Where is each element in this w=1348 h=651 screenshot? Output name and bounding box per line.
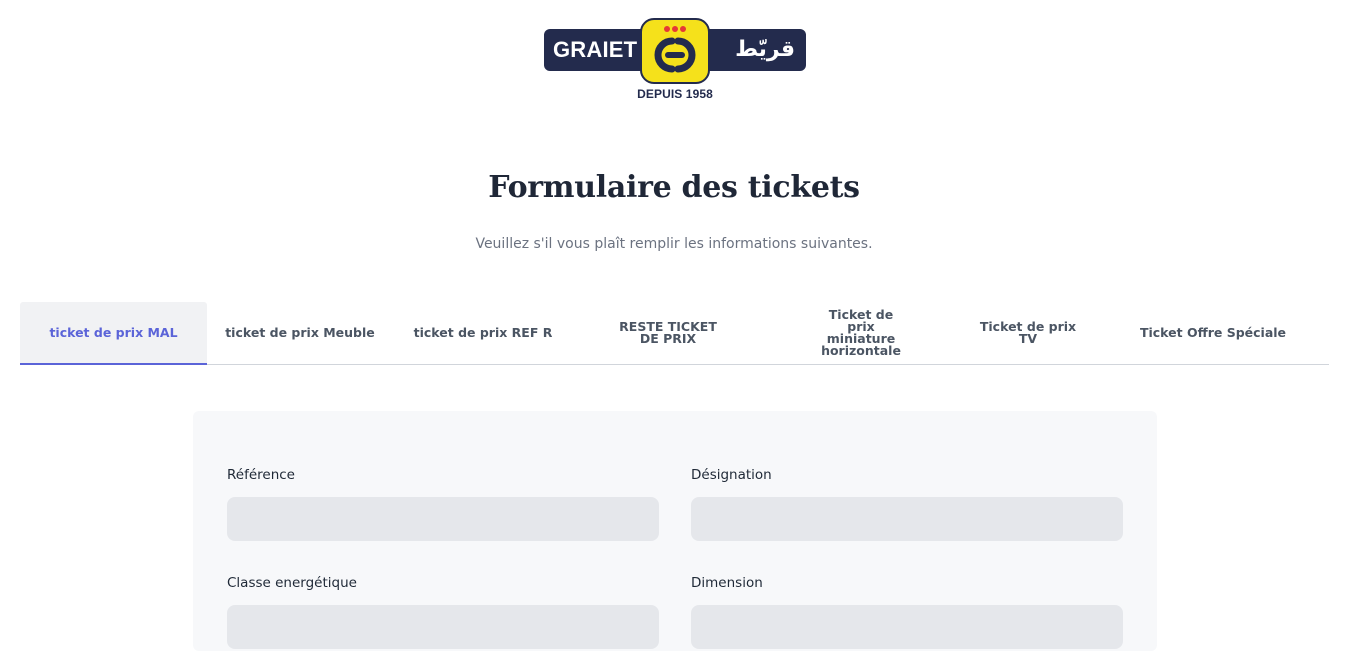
logo-since-text: DEPUIS 1958 <box>637 87 713 101</box>
tab-label: Ticket Offre Spéciale <box>1139 325 1287 340</box>
tab-label: Ticket de prix miniature horizontale <box>821 307 901 358</box>
classe-energetique-input[interactable] <box>227 605 659 649</box>
ticket-type-tabs: ticket de prix MAL ticket de prix Meuble… <box>20 302 1329 365</box>
dimension-input[interactable] <box>691 605 1123 649</box>
reference-label: Référence <box>227 467 295 483</box>
dimension-label: Dimension <box>691 575 763 591</box>
logo-arabic-text: قريّط <box>735 37 795 62</box>
tab-ticket-prix-mal[interactable]: ticket de prix MAL <box>20 302 207 365</box>
classe-energetique-label: Classe energétique <box>227 575 357 591</box>
tab-label: ticket de prix Meuble <box>225 325 375 340</box>
tab-ticket-prix-tv[interactable]: Ticket de prix TV <box>959 302 1097 364</box>
page-subtitle: Veuillez s'il vous plaît remplir les inf… <box>475 236 873 252</box>
tab-label: RESTE TICKET DE PRIX <box>619 319 717 346</box>
graiet-logo[interactable]: GRAIET قريّط DEPUIS 1958 <box>544 16 806 104</box>
page-title: Formulaire des tickets <box>488 170 860 205</box>
tab-label: Ticket de prix TV <box>979 319 1077 346</box>
tab-label: ticket de prix REF R <box>413 325 553 340</box>
tab-ticket-prix-miniature-horizontale[interactable]: Ticket de prix miniature horizontale <box>763 302 959 364</box>
tab-ticket-offre-speciale[interactable]: Ticket Offre Spéciale <box>1097 302 1329 364</box>
tab-label: ticket de prix MAL <box>49 324 178 340</box>
tab-reste-ticket-prix[interactable]: RESTE TICKET DE PRIX <box>573 302 763 364</box>
tab-ticket-prix-meuble[interactable]: ticket de prix Meuble <box>207 302 393 364</box>
tab-ticket-prix-ref-r[interactable]: ticket de prix REF R <box>393 302 573 364</box>
designation-label: Désignation <box>691 467 772 483</box>
designation-input[interactable] <box>691 497 1123 541</box>
ticket-form-panel: Référence Désignation Classe energétique… <box>193 411 1157 651</box>
logo-emblem-icon <box>640 18 710 84</box>
reference-input[interactable] <box>227 497 659 541</box>
logo-latin-text: GRAIET <box>553 37 638 62</box>
